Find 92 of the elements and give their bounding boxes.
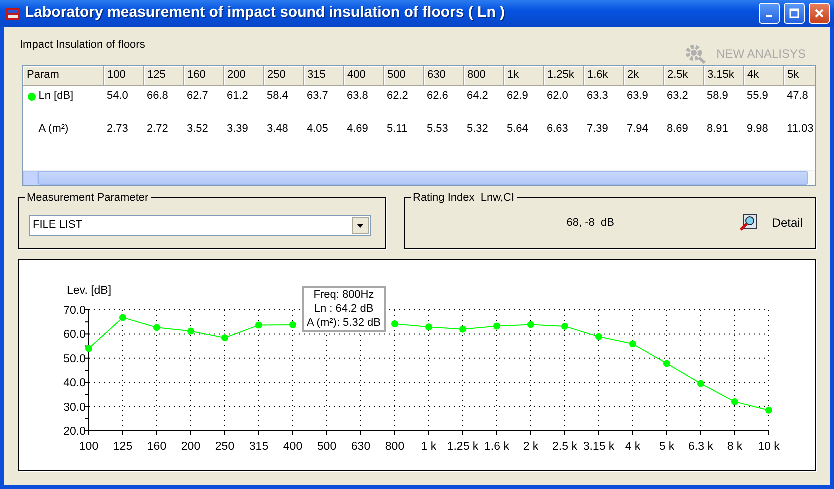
table-cell: 5.32 (467, 123, 488, 136)
column-header[interactable]: 3.15k (703, 66, 743, 85)
table-cell: 64.2 (467, 90, 488, 102)
table-cell: 4.69 (347, 123, 368, 136)
table-cell: 47.8 (787, 90, 808, 102)
row-label: A (m²) (38, 122, 69, 138)
table-cell: 63.2 (667, 90, 688, 102)
table-cell: 3.52 (187, 123, 208, 136)
table-cell: 5.53 (427, 123, 448, 136)
row-label: Ln [dB] (38, 89, 74, 104)
axis-label: 2 k (523, 441, 539, 453)
axis-label: 3.15 k (583, 441, 615, 453)
axis-label: 630 (351, 441, 371, 453)
table-cell: 63.9 (627, 90, 648, 102)
axis-label: 2.5 k (552, 441, 578, 453)
window-title: Laboratory measurement of impact sound insulation of floors ( Ln ) (25, 3, 506, 24)
column-header[interactable]: 630 (423, 66, 463, 85)
column-header[interactable]: 800 (463, 66, 503, 85)
table-cell: 62.0 (547, 90, 568, 102)
detail-button[interactable]: Detail (740, 214, 803, 232)
table-cell: 3.48 (267, 123, 288, 136)
axis-label: 200 (181, 441, 201, 453)
table-cell: 61.2 (227, 90, 248, 102)
axis-label: 500 (317, 441, 337, 453)
table-cell: 2.72 (147, 123, 168, 136)
axis-title: Lev. [dB] (67, 285, 112, 297)
table-cell: 58.4 (267, 90, 288, 102)
table-cell: 54.0 (107, 90, 128, 102)
axis-label: 315 (249, 441, 269, 453)
column-header[interactable]: 400 (343, 66, 383, 85)
column-header[interactable]: 4k (743, 66, 783, 85)
table-cell: 55.9 (747, 90, 768, 102)
table-cell: 4.05 (307, 123, 328, 136)
axis-label: 800 (385, 441, 405, 453)
axis-label: 10 k (758, 441, 780, 453)
axis-label: 60.0 (64, 329, 86, 342)
table-cell: 7.39 (587, 123, 608, 136)
table-cell: 8.91 (707, 123, 728, 136)
table-cell: 63.3 (587, 90, 608, 102)
table-cell: 63.8 (347, 90, 368, 102)
chart-tooltip: Freq: 800Hz Ln : 64.2 dB A (m²): 5.32 dB (302, 286, 386, 332)
column-header[interactable]: 1k (503, 66, 543, 85)
column-header[interactable]: 2k (623, 66, 663, 85)
table-cell: 8.69 (667, 123, 688, 136)
axis-label: 5 k (659, 441, 675, 453)
group-title: Rating Index Lnw,CI (411, 190, 517, 206)
column-header[interactable]: 500 (383, 66, 423, 85)
column-header[interactable]: 315 (303, 66, 343, 85)
section-title: Impact Insulation of floors (19, 38, 146, 53)
column-header[interactable]: 250 (263, 66, 303, 85)
column-header[interactable]: Param (23, 66, 103, 85)
column-header[interactable]: 1.25k (543, 66, 583, 85)
table-cell: 62.9 (507, 90, 528, 102)
rating-value: 68, -8 dB (566, 216, 616, 231)
table-cell: 6.63 (547, 123, 568, 136)
table-cell: 66.8 (147, 90, 168, 102)
axis-label: 70.0 (64, 305, 86, 317)
axis-label: 30.0 (64, 402, 86, 414)
axis-label: 6.3 k (688, 441, 714, 453)
axis-label: 4 k (625, 441, 641, 453)
axis-label: 20.0 (64, 426, 86, 438)
axis-label: 125 (113, 441, 133, 453)
table-cell: 9.98 (747, 123, 768, 136)
axis-label: 100 (79, 441, 99, 453)
table-cell: 5.64 (507, 123, 528, 136)
column-header[interactable]: 5k (783, 66, 815, 85)
table-cell: 58.9 (707, 90, 728, 102)
table-cell: 5.11 (387, 123, 408, 136)
table-cell: 11.03 (787, 123, 814, 136)
table-cell: 63.7 (307, 90, 328, 102)
axis-label: 50.0 (64, 353, 86, 366)
axis-label: 1.6 k (484, 441, 510, 453)
column-header[interactable]: 2.5k (663, 66, 703, 85)
column-header[interactable]: 1.6k (583, 66, 623, 85)
column-header[interactable]: 200 (223, 66, 263, 85)
axis-label: 8 k (727, 441, 743, 453)
column-header[interactable]: 100 (103, 66, 143, 85)
axis-label: 400 (283, 441, 303, 453)
table-cell: 62.7 (187, 90, 208, 102)
column-header[interactable]: 125 (143, 66, 183, 85)
axis-label: 1.25 k (447, 441, 479, 453)
table-cell: 2.73 (107, 123, 128, 136)
column-header[interactable]: 160 (183, 66, 223, 85)
table-cell: 62.6 (427, 90, 448, 102)
file-list-dropdown[interactable]: FILE LIST (29, 215, 371, 236)
axis-label: 160 (147, 441, 167, 453)
table-cell: 62.2 (387, 90, 408, 102)
axis-label: 250 (215, 441, 235, 453)
table-cell: 7.94 (627, 123, 648, 136)
axis-label: 40.0 (64, 378, 86, 390)
axis-label: 1 k (421, 441, 437, 453)
table-cell: 3.39 (227, 123, 248, 136)
